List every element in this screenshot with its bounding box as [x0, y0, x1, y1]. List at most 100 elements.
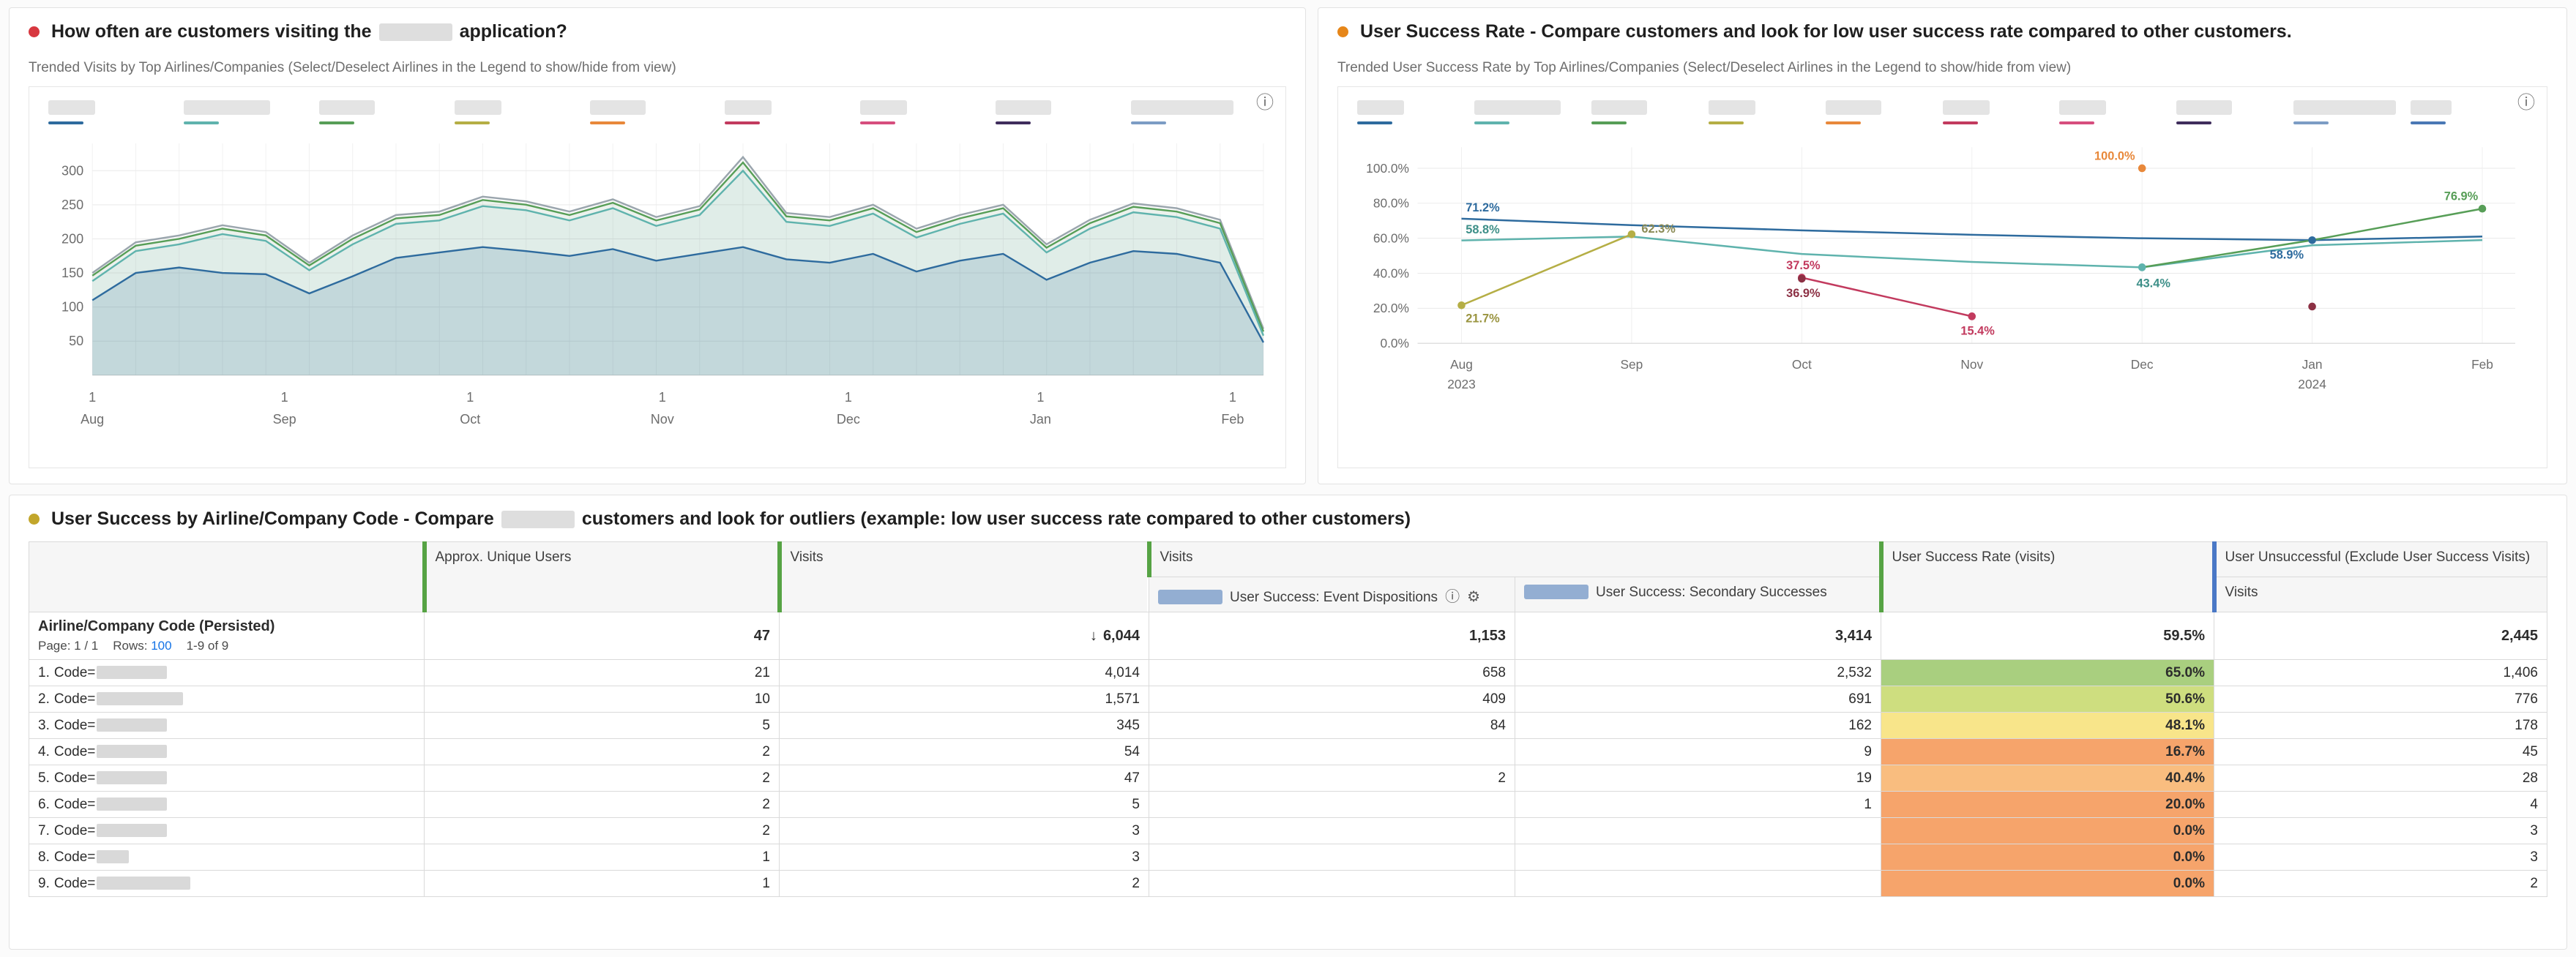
row-label-cell[interactable]: 2.Code=	[29, 686, 425, 713]
row-label-cell[interactable]: 5.Code=	[29, 765, 425, 792]
cell-unique-users: 5	[425, 713, 780, 739]
cell-unsuccessful-visits: 776	[2214, 686, 2547, 713]
dimension-name: Airline/Company Code (Persisted)	[38, 618, 415, 635]
redacted-text	[860, 100, 907, 115]
legend-item[interactable]	[1131, 100, 1266, 124]
rows-label: Rows:	[113, 639, 147, 653]
cell-visits: 1,571	[780, 686, 1149, 713]
chart-text: 1	[845, 390, 852, 405]
table-row[interactable]: 5.Code=24721940.4%28	[29, 765, 2547, 792]
legend-swatch	[1943, 121, 1978, 124]
table-row[interactable]: 2.Code=101,57140969150.6%776	[29, 686, 2547, 713]
data-point-icon	[1798, 275, 1806, 283]
summary-secondary-successes: 3,414	[1515, 612, 1881, 660]
legend-item[interactable]	[455, 100, 590, 124]
gear-icon[interactable]: ⚙	[1467, 589, 1480, 605]
row-index: 2.	[38, 691, 50, 707]
chart-text: Aug	[81, 412, 104, 427]
table-row[interactable]: 9.Code=120.0%2	[29, 871, 2547, 897]
row-label-cell[interactable]: 9.Code=	[29, 871, 425, 897]
data-point-icon	[2308, 236, 2316, 244]
chart-text: 0.0%	[1380, 336, 1409, 350]
legend-item[interactable]	[1826, 100, 1943, 124]
legend-item[interactable]	[184, 100, 319, 124]
cell-unique-users: 2	[425, 739, 780, 765]
rows-value-link[interactable]: 100	[151, 639, 171, 653]
info-icon[interactable]: ⓘ	[1256, 94, 1274, 112]
row-code-prefix: Code=	[54, 718, 96, 733]
table-row[interactable]: 4.Code=254916.7%45	[29, 739, 2547, 765]
chart-text: 100.0%	[2094, 149, 2135, 162]
chart-text: Nov	[651, 412, 674, 427]
legend-item[interactable]	[48, 100, 184, 124]
data-point-icon	[2138, 165, 2146, 173]
data-point-icon	[2138, 263, 2146, 271]
redacted-text	[319, 100, 375, 115]
col-header-success-rate[interactable]: User Success Rate (visits)	[1881, 542, 2214, 612]
cell-event-dispositions	[1149, 818, 1515, 844]
row-label-cell[interactable]: 4.Code=	[29, 739, 425, 765]
legend-item[interactable]	[590, 100, 725, 124]
legend-item[interactable]	[1474, 100, 1591, 124]
row-label-cell[interactable]: 8.Code=	[29, 844, 425, 871]
redacted-text	[455, 100, 501, 115]
legend-item[interactable]	[725, 100, 860, 124]
info-icon[interactable]: ⓘ	[2517, 94, 2535, 112]
legend-item[interactable]	[1709, 100, 1826, 124]
sort-descending-icon[interactable]: ↓	[1090, 628, 1097, 644]
legend-swatch	[319, 121, 354, 124]
row-index: 1.	[38, 665, 50, 680]
redacted-text	[97, 745, 167, 758]
cell-success-rate: 40.4%	[1881, 765, 2214, 792]
legend-item[interactable]	[1943, 100, 2060, 124]
chart-text: 62.3%	[1641, 222, 1676, 236]
row-label-cell[interactable]: 1.Code=	[29, 660, 425, 686]
info-icon[interactable]: ⓘ	[1445, 589, 1460, 605]
redacted-text	[97, 771, 167, 784]
table-row[interactable]: 1.Code=214,0146582,53265.0%1,406	[29, 660, 2547, 686]
cell-event-dispositions	[1149, 739, 1515, 765]
chart-text: Nov	[1960, 357, 1983, 372]
chart-text: 1	[281, 390, 288, 405]
col-header-unique-users[interactable]: Approx. Unique Users	[425, 542, 780, 612]
legend-item[interactable]	[996, 100, 1131, 124]
row-label-cell[interactable]: 6.Code=	[29, 792, 425, 818]
col-header-secondary-successes[interactable]: User Success: Secondary Successes	[1515, 577, 1881, 612]
legend-item[interactable]	[1591, 100, 1709, 124]
legend-item[interactable]	[2176, 100, 2293, 124]
col-header-visits[interactable]: Visits	[780, 542, 1149, 612]
rows-per-page: Rows: 100	[113, 639, 171, 653]
table-row[interactable]: 3.Code=53458416248.1%178	[29, 713, 2547, 739]
chart-text: 80.0%	[1373, 196, 1409, 211]
legend-item[interactable]	[2059, 100, 2176, 124]
chart-text: 21.7%	[1466, 312, 1500, 325]
chart-text: 1	[1037, 390, 1044, 405]
chart-text: 1	[659, 390, 666, 405]
row-label-cell[interactable]: 3.Code=	[29, 713, 425, 739]
legend-item[interactable]	[2411, 100, 2528, 124]
legend-item[interactable]	[1357, 100, 1474, 124]
col-group-unsuccessful[interactable]: User Unsuccessful (Exclude User Success …	[2214, 542, 2547, 577]
legend-item[interactable]	[319, 100, 455, 124]
legend-swatch	[48, 121, 83, 124]
redacted-text	[97, 692, 183, 705]
redacted-text	[590, 100, 646, 115]
chart-text: 71.2%	[1466, 201, 1500, 214]
col-header-unsuccessful-visits[interactable]: Visits	[2214, 577, 2547, 612]
legend-swatch	[1826, 121, 1861, 124]
table-row[interactable]: 8.Code=130.0%3	[29, 844, 2547, 871]
legend-item[interactable]	[860, 100, 996, 124]
row-label-cell[interactable]: 7.Code=	[29, 818, 425, 844]
chart-text: 60.0%	[1373, 230, 1409, 245]
table-row[interactable]: 6.Code=25120.0%4	[29, 792, 2547, 818]
legend-item[interactable]	[2293, 100, 2411, 124]
summary-visits-value: 6,044	[1103, 628, 1140, 644]
page-indicator: Page: 1 / 1	[38, 639, 98, 653]
col-header-event-dispositions[interactable]: User Success: Event Dispositionsⓘ⚙	[1149, 577, 1515, 612]
cell-success-rate: 48.1%	[1881, 713, 2214, 739]
redacted-text	[2176, 100, 2232, 115]
col-group-visits[interactable]: Visits	[1149, 542, 1881, 577]
redacted-text	[1826, 100, 1881, 115]
redacted-text	[97, 798, 167, 811]
table-row[interactable]: 7.Code=230.0%3	[29, 818, 2547, 844]
